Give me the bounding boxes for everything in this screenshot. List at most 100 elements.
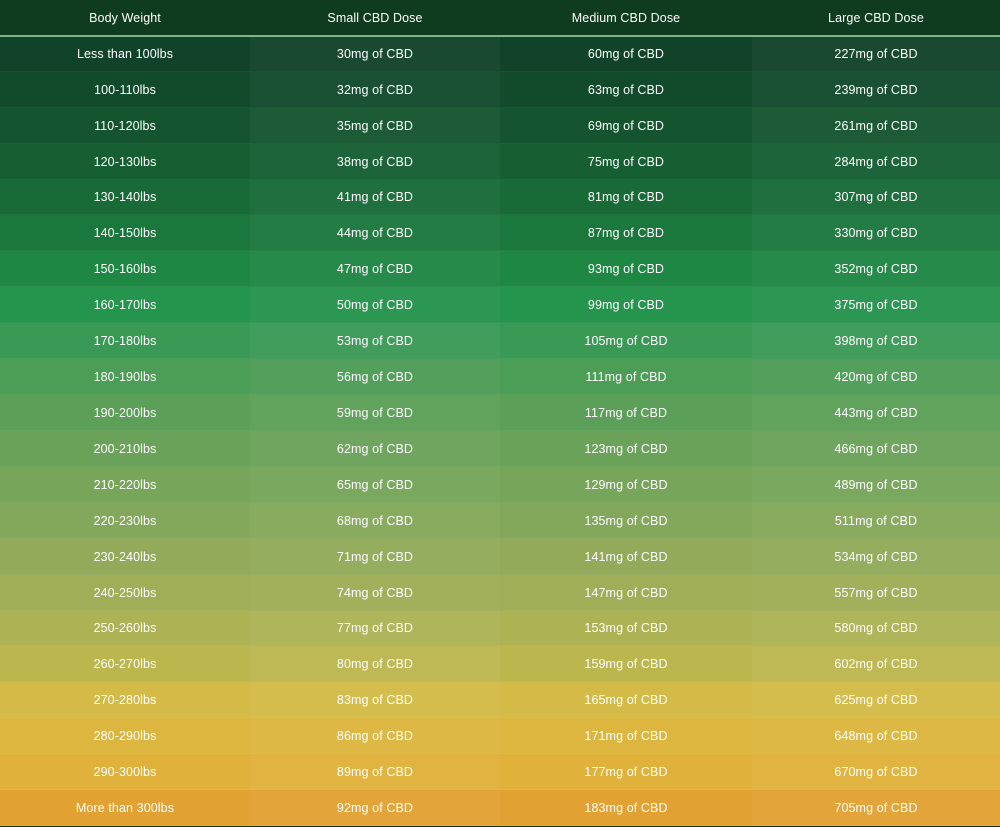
cell-body-weight: 210-220lbs [93, 477, 157, 492]
cell-medium-dose: 177mg of CBD [584, 764, 668, 779]
table-row: 110-120lbs 35mg of CBD 69mg of CBD 261mg of… [0, 108, 1000, 144]
table-row: 240-250lbs 74mg of CBD 147mg of CBD 557mg o… [0, 575, 1000, 611]
cell-medium-dose: 63mg of CBD [587, 82, 665, 97]
cell-small-dose: 77mg of CBD [250, 611, 500, 645]
cell-body-weight: 270-280lbs [93, 692, 157, 707]
cbd-dosage-table: Body Weight Small CBD Dose Medium CBD Do… [0, 0, 1000, 827]
cell-medium-dose: 69mg of CBD [587, 118, 665, 133]
cell-body-weight: 250-260lbs [93, 621, 157, 635]
cell-body-weight: More than 300lbs [75, 800, 175, 815]
cell-large-dose: 239mg of CBD [752, 72, 1000, 107]
cell-body-weight: 140-150lbs [93, 225, 157, 240]
cell-medium-dose: 75mg of CBD [587, 154, 665, 169]
cell-body-weight: 170-180lbs [93, 333, 157, 348]
table-row: 210-220lbs 65mg of CBD 129mg of CBD 489mg o… [0, 467, 1000, 503]
table-row: Less than 100lbs 30mg of CBD 60mg of CBD 22… [0, 37, 1000, 72]
cell-medium-dose: 147mg of CBD [584, 585, 668, 600]
table-row: 280-290lbs 86mg of CBD 171mg of CBD 648mg o… [0, 718, 1000, 754]
cell-medium-dose: 60mg of CBD [587, 47, 665, 61]
cell-medium-dose: 141mg of CBD [584, 549, 668, 564]
cell-medium-dose: 129mg of CBD [584, 477, 668, 492]
cell-small-dose: 47mg of CBD [250, 251, 500, 286]
cell-body-weight: 220-230lbs [93, 513, 157, 528]
cell-body-weight: 190-200lbs [93, 405, 157, 420]
cell-large-dose: 602mg of CBD [752, 646, 1000, 681]
cell-small-dose: 74mg of CBD [250, 575, 500, 610]
table-row: 100-110lbs 32mg of CBD 63mg of CBD 239mg of… [0, 72, 1000, 108]
table-row: 270-280lbs 83mg of CBD 165mg of CBD 625mg o… [0, 682, 1000, 718]
cell-large-dose: 625mg of CBD [752, 682, 1000, 717]
cell-medium-dose: 99mg of CBD [587, 297, 665, 312]
table-row: 180-190lbs 56mg of CBD 111mg of CBD 420mg o… [0, 359, 1000, 395]
table-row: 140-150lbs 44mg of CBD 87mg of CBD 330mg of… [0, 215, 1000, 251]
header-small-dose: Small CBD Dose [327, 10, 423, 25]
cell-body-weight: 150-160lbs [93, 261, 157, 276]
cell-large-dose: 284mg of CBD [752, 144, 1000, 179]
cell-large-dose: 557mg of CBD [752, 575, 1000, 610]
cell-large-dose: 330mg of CBD [752, 215, 1000, 250]
table-row: 190-200lbs 59mg of CBD 117mg of CBD 443mg o… [0, 395, 1000, 431]
cell-small-dose: 92mg of CBD [250, 790, 500, 825]
cell-medium-dose: 165mg of CBD [584, 692, 668, 707]
cell-large-dose: 443mg of CBD [752, 395, 1000, 430]
cell-body-weight: 280-290lbs [93, 728, 157, 743]
cell-body-weight: 240-250lbs [93, 585, 157, 600]
cell-small-dose: 41mg of CBD [250, 180, 500, 214]
cell-body-weight: 180-190lbs [93, 369, 157, 384]
cell-medium-dose: 105mg of CBD [584, 333, 668, 348]
cell-body-weight: Less than 100lbs [76, 47, 174, 61]
cell-large-dose: 261mg of CBD [752, 108, 1000, 143]
cell-large-dose: 420mg of CBD [752, 359, 1000, 394]
cell-small-dose: 80mg of CBD [250, 646, 500, 681]
cell-large-dose: 398mg of CBD [752, 323, 1000, 358]
cell-small-dose: 71mg of CBD [250, 539, 500, 574]
table-row: 290-300lbs 89mg of CBD 177mg of CBD 670mg o… [0, 754, 1000, 790]
header-row: Body Weight Small CBD Dose Medium CBD Do… [0, 0, 1000, 37]
cell-small-dose: 35mg of CBD [250, 108, 500, 143]
table-row: More than 300lbs 92mg of CBD 183mg of CBD 7… [0, 790, 1000, 826]
cell-large-dose: 489mg of CBD [752, 467, 1000, 502]
table-row: 170-180lbs 53mg of CBD 105mg of CBD 398mg o… [0, 323, 1000, 359]
cell-large-dose: 466mg of CBD [752, 431, 1000, 466]
cell-medium-dose: 81mg of CBD [587, 190, 665, 204]
cell-medium-dose: 123mg of CBD [584, 441, 668, 456]
cell-small-dose: 53mg of CBD [250, 323, 500, 358]
cell-body-weight: 130-140lbs [93, 190, 157, 204]
cell-medium-dose: 159mg of CBD [584, 656, 668, 671]
cell-small-dose: 32mg of CBD [250, 72, 500, 107]
cell-body-weight: 290-300lbs [93, 764, 157, 779]
cell-small-dose: 59mg of CBD [250, 395, 500, 430]
cell-small-dose: 68mg of CBD [250, 503, 500, 538]
table-row: 200-210lbs 62mg of CBD 123mg of CBD 466mg o… [0, 431, 1000, 467]
header-body-weight: Body Weight [89, 10, 161, 25]
cell-medium-dose: 183mg of CBD [584, 800, 668, 815]
cell-large-dose: 705mg of CBD [752, 790, 1000, 825]
cell-body-weight: 160-170lbs [93, 297, 157, 312]
cell-body-weight: 100-110lbs [94, 82, 156, 97]
cell-small-dose: 30mg of CBD [250, 37, 500, 71]
cell-medium-dose: 111mg of CBD [585, 369, 667, 384]
cell-small-dose: 38mg of CBD [250, 144, 500, 179]
cell-body-weight: 230-240lbs [93, 549, 157, 564]
cell-small-dose: 50mg of CBD [250, 287, 500, 322]
table-row: 160-170lbs 50mg of CBD 99mg of CBD 375mg of… [0, 287, 1000, 323]
table-row: 150-160lbs 47mg of CBD 93mg of CBD 352mg of… [0, 251, 1000, 287]
table-row: 230-240lbs 71mg of CBD 141mg of CBD 534mg o… [0, 539, 1000, 575]
cell-large-dose: 307mg of CBD [752, 180, 1000, 214]
cell-small-dose: 89mg of CBD [250, 754, 500, 789]
table-row: 220-230lbs 68mg of CBD 135mg of CBD 511mg o… [0, 503, 1000, 539]
cell-medium-dose: 171mg of CBD [584, 728, 668, 743]
cell-large-dose: 580mg of CBD [752, 611, 1000, 645]
cell-small-dose: 62mg of CBD [250, 431, 500, 466]
table-row: 250-260lbs 77mg of CBD 153mg of CBD 580mg o… [0, 611, 1000, 646]
cell-body-weight: 110-120lbs [94, 118, 156, 133]
header-large-dose: Large CBD Dose [828, 10, 924, 25]
cell-large-dose: 375mg of CBD [752, 287, 1000, 322]
cell-large-dose: 648mg of CBD [752, 718, 1000, 753]
cell-large-dose: 534mg of CBD [752, 539, 1000, 574]
cell-body-weight: 200-210lbs [93, 441, 157, 456]
cell-large-dose: 670mg of CBD [752, 754, 1000, 789]
cell-medium-dose: 135mg of CBD [584, 513, 668, 528]
cell-medium-dose: 87mg of CBD [587, 225, 665, 240]
cell-medium-dose: 93mg of CBD [587, 261, 665, 276]
